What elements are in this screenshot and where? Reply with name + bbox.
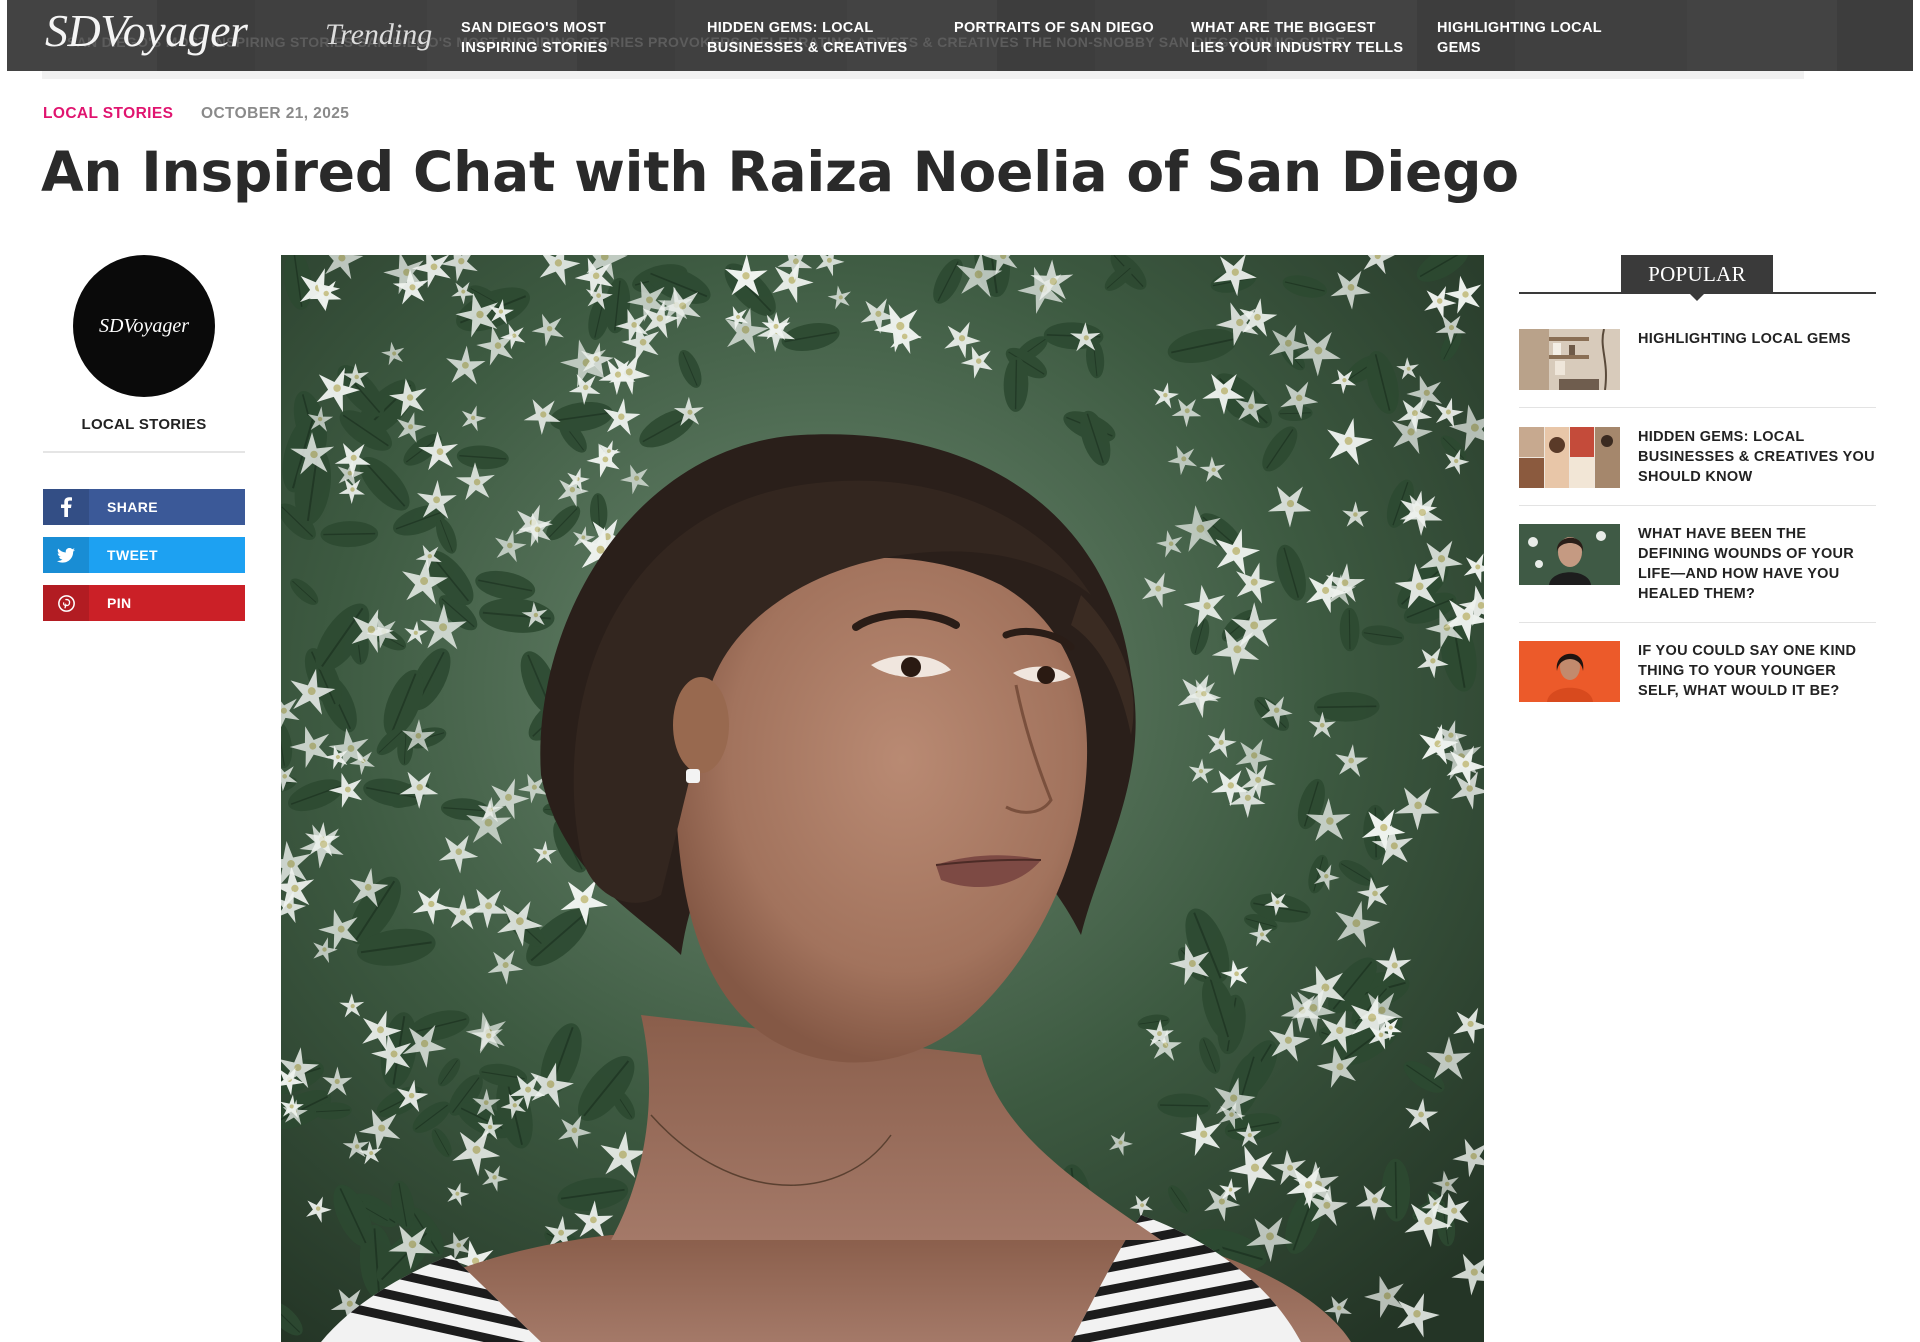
popular-item-title: WHAT HAVE BEEN THE DEFINING WOUNDS OF YO… <box>1638 526 1855 602</box>
nav-link-inspiring-stories[interactable]: SAN DIEGO'S MOST INSPIRING STORIES <box>461 18 608 58</box>
popular-item-title: HIGHLIGHTING LOCAL GEMS <box>1638 331 1851 347</box>
popular-item-title: IF YOU COULD SAY ONE KIND THING TO YOUR … <box>1638 643 1857 699</box>
nav-underbar <box>42 71 1804 79</box>
author-avatar-text: SDVoyager <box>99 314 189 337</box>
twitter-share-label: TWEET <box>107 547 158 563</box>
twitter-share-button[interactable]: TWEET <box>43 537 245 573</box>
twitter-icon <box>43 537 89 573</box>
nav-link-line: INSPIRING STORIES <box>461 40 608 56</box>
divider <box>1519 407 1876 408</box>
site-logo[interactable]: SDVoyager <box>45 4 248 57</box>
nav-link-line: HIDDEN GEMS: LOCAL <box>707 20 874 36</box>
popular-item-title: HIDDEN GEMS: LOCAL BUSINESSES & CREATIVE… <box>1638 429 1875 485</box>
popular-heading: POPULAR <box>1621 255 1773 293</box>
nav-link-line: WHAT ARE THE BIGGEST <box>1191 20 1376 36</box>
facebook-share-button[interactable]: SHARE <box>43 489 245 525</box>
popular-heading-arrow <box>1688 292 1706 301</box>
nav-link-hidden-gems[interactable]: HIDDEN GEMS: LOCAL BUSINESSES & CREATIVE… <box>707 18 908 58</box>
woman-orange-background-thumbnail[interactable] <box>1519 641 1620 702</box>
article-category-link[interactable]: LOCAL STORIES <box>43 105 173 123</box>
pinterest-share-button[interactable]: PIN <box>43 585 245 621</box>
popular-item[interactable]: WHAT HAVE BEEN THE DEFINING WOUNDS OF YO… <box>1519 524 1876 604</box>
nav-link-line: HIGHLIGHTING LOCAL <box>1437 20 1602 36</box>
facebook-share-label: SHARE <box>107 499 159 515</box>
nav-link-line: LIES YOUR INDUSTRY TELLS <box>1191 40 1404 56</box>
nav-link-line: PORTRAITS OF SAN DIEGO <box>954 20 1154 36</box>
woman-portrait-thumbnail[interactable] <box>1519 524 1620 585</box>
author-avatar[interactable]: SDVoyager <box>73 255 215 397</box>
facebook-icon <box>43 489 89 525</box>
author-category-label[interactable]: LOCAL STORIES <box>43 416 245 433</box>
divider <box>1519 505 1876 506</box>
hero-photo-illustration <box>281 255 1484 1342</box>
nav-link-line: BUSINESSES & CREATIVES <box>707 40 908 56</box>
nav-link-industry-lies[interactable]: WHAT ARE THE BIGGEST LIES YOUR INDUSTRY … <box>1191 18 1403 58</box>
pinterest-icon <box>43 585 89 621</box>
article-date: OCTOBER 21, 2025 <box>201 105 350 122</box>
photo-collage-thumbnail[interactable] <box>1519 427 1620 488</box>
nav-link-portraits[interactable]: PORTRAITS OF SAN DIEGO <box>954 18 1154 38</box>
nav-link-local-gems[interactable]: HIGHLIGHTING LOCAL GEMS <box>1437 18 1602 58</box>
article-hero-image <box>281 255 1484 1342</box>
divider <box>43 451 245 453</box>
interior-shelves-thumbnail[interactable] <box>1519 329 1620 390</box>
popular-item[interactable]: HIDDEN GEMS: LOCAL BUSINESSES & CREATIVE… <box>1519 427 1876 488</box>
pinterest-share-label: PIN <box>107 595 132 611</box>
popular-item[interactable]: IF YOU COULD SAY ONE KIND THING TO YOUR … <box>1519 641 1876 702</box>
nav-link-line: GEMS <box>1437 40 1481 56</box>
popular-item[interactable]: HIGHLIGHTING LOCAL GEMS <box>1519 329 1876 390</box>
nav-link-line: SAN DIEGO'S MOST <box>461 20 607 36</box>
divider <box>1519 622 1876 623</box>
trending-label: Trending <box>325 18 433 51</box>
article-title: An Inspired Chat with Raiza Noelia of Sa… <box>41 140 1519 204</box>
top-navigation-bar: SAN DIEGO'S MOST INSPIRING STORIES SAN D… <box>7 0 1913 71</box>
